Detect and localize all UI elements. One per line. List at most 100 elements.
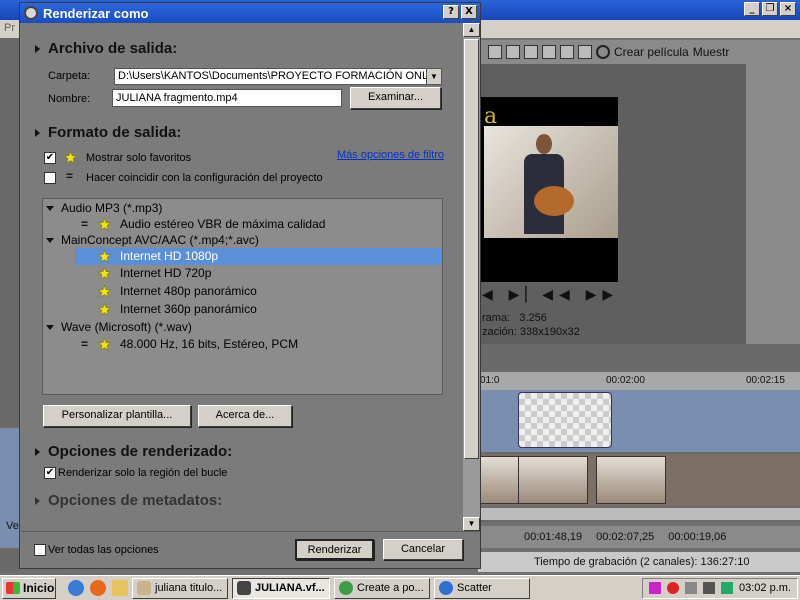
video-frame-image	[484, 126, 618, 238]
close-button[interactable]: X	[461, 5, 477, 19]
star-icon	[98, 218, 111, 231]
help-button[interactable]: ?	[443, 5, 459, 19]
output-format-section-header[interactable]: Formato de salida:	[35, 124, 181, 141]
metadata-options-section-header[interactable]: Opciones de metadatos:	[35, 492, 222, 509]
browse-button[interactable]: Examinar...	[350, 87, 441, 109]
preview-info: rama: 3.256 zación: 338x190x32	[482, 312, 580, 338]
left-partial-label: Ve	[6, 520, 19, 532]
collapse-arrow-icon[interactable]	[46, 206, 54, 211]
output-file-section-header[interactable]: Archivo de salida:	[35, 40, 177, 57]
tree-group-wave[interactable]: Wave (Microsoft) (*.wav)	[43, 319, 442, 336]
create-movie-button[interactable]: Crear película	[596, 45, 689, 59]
show-favorites-label: Mostrar solo favoritos	[86, 152, 192, 164]
network-icon[interactable]	[721, 582, 734, 594]
loop-end-time: 00:02:07,25	[596, 531, 655, 543]
tree-group-mainconcept[interactable]: MainConcept AVC/AAC (*.mp4;*.avc)	[43, 232, 442, 249]
taskbar-item[interactable]: juliana titulo...	[132, 577, 228, 599]
format-tree[interactable]: Audio MP3 (*.mp3) = Audio estéreo VBR de…	[42, 198, 443, 395]
windows-taskbar: Inicio juliana titulo... JULIANA.vf... C…	[0, 575, 800, 600]
star-icon	[98, 285, 111, 298]
timeline-ruler[interactable]: 01:0 00:02:00 00:02:15	[478, 372, 800, 390]
star-icon	[98, 267, 111, 280]
clip-thumbnail[interactable]	[518, 456, 588, 504]
dialog-titlebar[interactable]: Renderizar como ? X	[20, 3, 480, 23]
tree-item[interactable]: = 48.000 Hz, 16 bits, Estéreo, PCM	[43, 336, 442, 353]
about-button[interactable]: Acerca de...	[198, 405, 292, 427]
left-track-headers	[0, 38, 20, 572]
show-all-options-checkbox[interactable]	[34, 544, 46, 556]
title-clip[interactable]	[518, 392, 612, 448]
cancel-button[interactable]: Cancelar	[383, 539, 463, 560]
scroll-thumb[interactable]	[464, 39, 479, 459]
vegas-icon	[237, 581, 251, 595]
star-icon	[98, 303, 111, 316]
start-button[interactable]: Inicio	[2, 577, 56, 599]
match-project-checkbox[interactable]	[44, 172, 56, 184]
taskbar-item[interactable]: Create a po...	[334, 577, 430, 599]
show-favorites-checkbox[interactable]: ✔	[44, 152, 56, 164]
star-icon	[64, 151, 77, 164]
customize-template-button[interactable]: Personalizar plantilla...	[43, 405, 191, 427]
filename-input[interactable]: JULIANA fragmento.mp4	[112, 89, 342, 107]
folder-label: Carpeta:	[48, 70, 91, 82]
equals-icon: =	[81, 337, 89, 351]
close-icon[interactable]: ×	[780, 2, 796, 16]
dialog-body: Archivo de salida: Carpeta: D:\Users\KAN…	[21, 23, 463, 531]
toolbar-zoom-icon[interactable]	[506, 45, 520, 59]
trimmer-side-panel	[746, 64, 800, 344]
gear-icon	[596, 45, 610, 59]
toolbar-tool-icon[interactable]	[488, 45, 502, 59]
render-button[interactable]: Renderizar	[295, 539, 374, 560]
ie-icon[interactable]	[68, 580, 84, 596]
flag-icon[interactable]	[685, 582, 698, 594]
cursor-time: 00:01:48,19	[524, 531, 583, 543]
tray-icon[interactable]	[667, 582, 680, 594]
tree-group-mp3[interactable]: Audio MP3 (*.mp3)	[43, 200, 442, 217]
tray-icon[interactable]	[649, 582, 662, 594]
clip-thumbnail[interactable]	[596, 456, 666, 504]
collapse-arrow-icon[interactable]	[46, 238, 54, 243]
timeline-times: 00:01:48,19 00:02:07,25 00:00:19,06	[478, 526, 800, 548]
scroll-up-icon[interactable]: ▲	[463, 23, 480, 37]
volume-icon[interactable]	[703, 582, 716, 594]
toolbar-safe-icon[interactable]	[578, 45, 592, 59]
clock[interactable]: 03:02 p.m.	[739, 582, 791, 594]
expand-arrow-icon	[35, 447, 40, 456]
expand-arrow-icon	[35, 128, 40, 137]
loop-region-label: Renderizar solo la región del bucle	[58, 467, 228, 479]
firefox-icon[interactable]	[90, 580, 106, 596]
minimize-button[interactable]: _	[744, 2, 760, 16]
render-as-dialog: Renderizar como ? X Archivo de salida: C…	[19, 2, 481, 569]
scroll-down-icon[interactable]: ▼	[463, 517, 480, 531]
star-icon	[98, 338, 111, 351]
tree-item[interactable]: = Audio estéreo VBR de máxima calidad	[43, 216, 442, 233]
more-filter-options-link[interactable]: Más opciones de filtro	[337, 149, 444, 161]
tree-item[interactable]: Internet 360p panorámico	[43, 301, 442, 318]
quick-launch	[68, 580, 128, 596]
transport-controls[interactable]: ◀ ▶▏◀◀ ▶▶	[482, 286, 619, 303]
folder-icon[interactable]	[112, 580, 128, 596]
app-icon	[24, 6, 38, 20]
toolbar-overlay-icon[interactable]	[560, 45, 574, 59]
toolbar-crop-icon[interactable]	[524, 45, 538, 59]
dialog-scrollbar[interactable]: ▲ ▼	[463, 23, 480, 531]
expand-arrow-icon	[35, 496, 40, 505]
show-button[interactable]: Muestr	[693, 45, 730, 59]
render-options-section-header[interactable]: Opciones de renderizado:	[35, 443, 232, 460]
show-all-options-label: Ver todas las opciones	[48, 544, 159, 556]
collapse-arrow-icon[interactable]	[46, 325, 54, 330]
tree-item[interactable]: Internet 480p panorámico	[43, 283, 442, 300]
loop-region-checkbox[interactable]: ✔	[44, 467, 56, 479]
taskbar-item-active[interactable]: JULIANA.vf...	[232, 577, 330, 599]
restore-button[interactable]: ❐	[762, 2, 778, 16]
name-label: Nombre:	[48, 93, 91, 105]
recording-status: Tiempo de grabación (2 canales): 136:27:…	[478, 552, 800, 572]
timeline-scrollbar[interactable]	[478, 508, 800, 520]
folder-combobox[interactable]: D:\Users\KANTOS\Documents\PROYECTO FORMA…	[114, 68, 442, 85]
toolbar-split-icon[interactable]	[542, 45, 556, 59]
tree-item-selected[interactable]: Internet HD 1080p	[75, 248, 442, 265]
taskbar-item[interactable]: Scatter	[434, 577, 530, 599]
tree-item[interactable]: Internet HD 720p	[43, 265, 442, 282]
chevron-down-icon[interactable]: ▼	[426, 69, 441, 84]
menu-partial: Pr	[4, 22, 15, 34]
